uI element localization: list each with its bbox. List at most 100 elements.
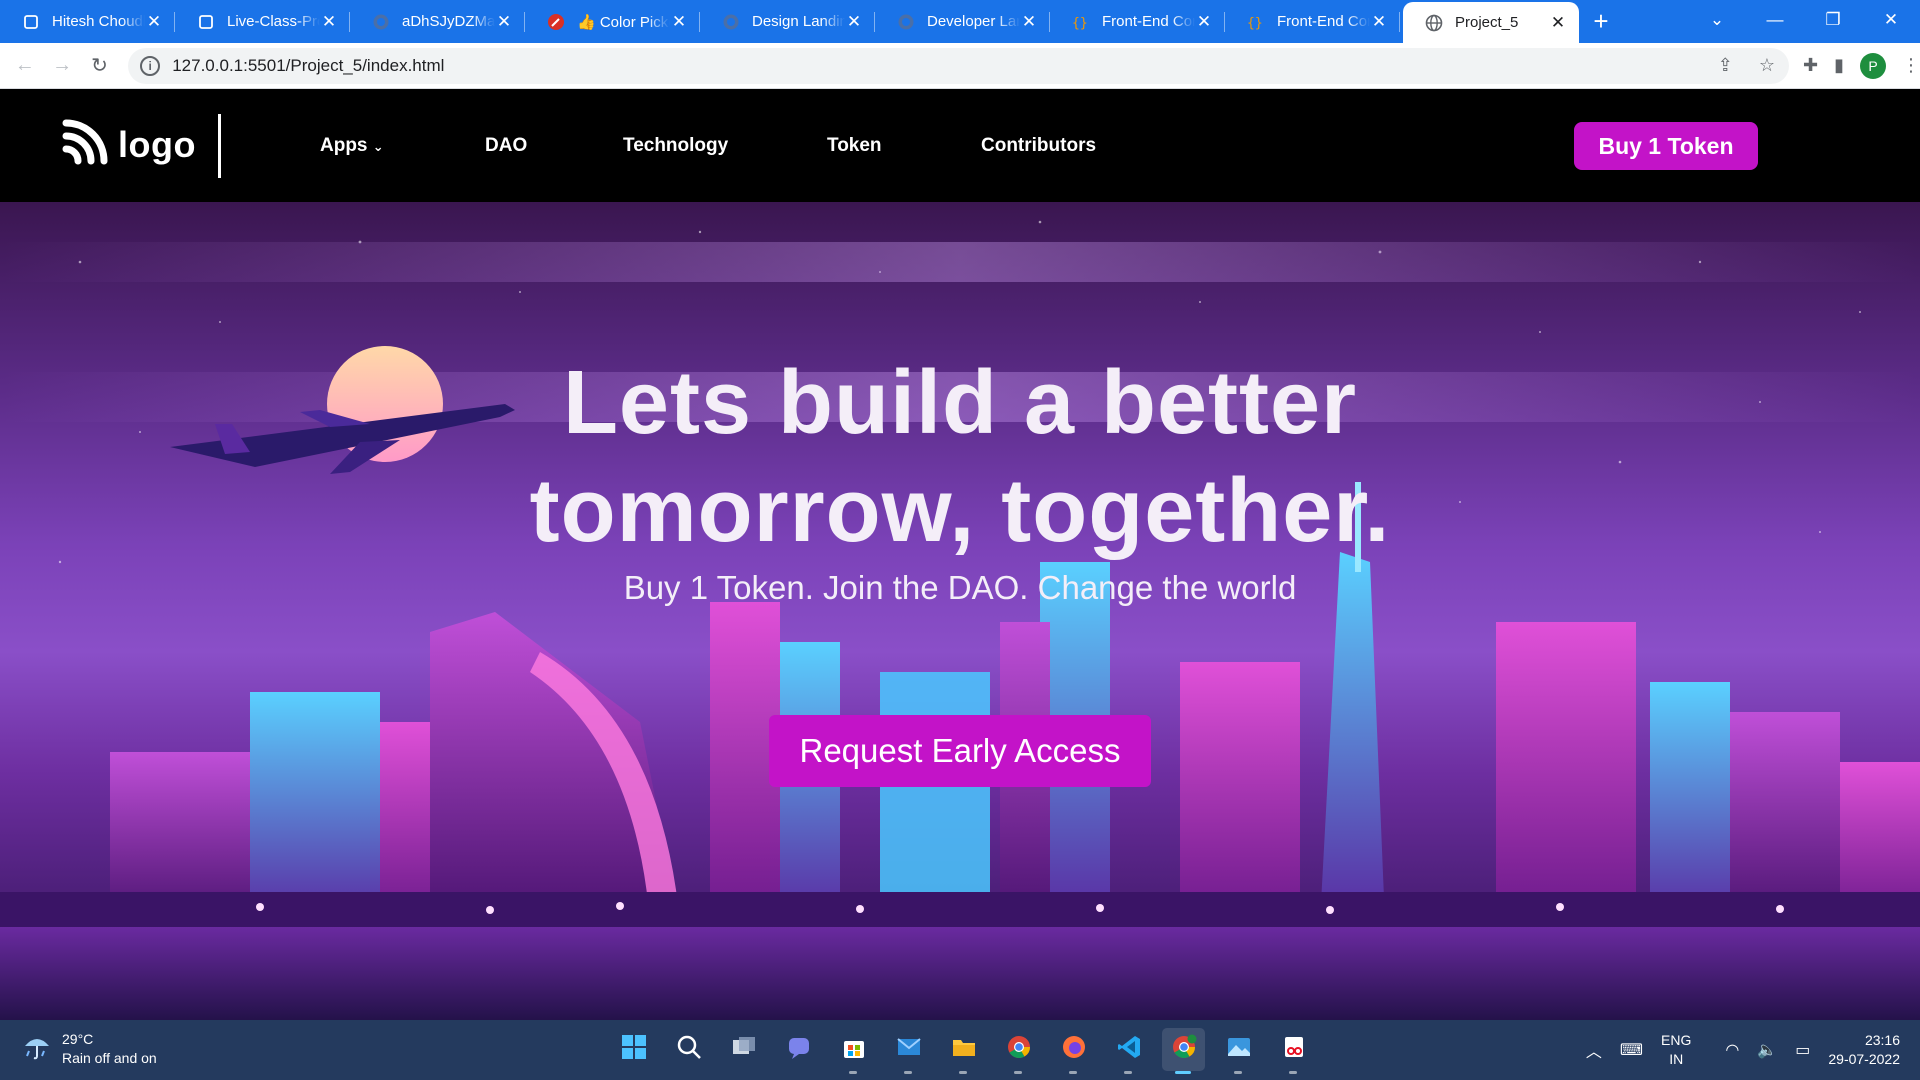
- windows-start-icon: [621, 1034, 647, 1065]
- svg-text:{}: {}: [1072, 16, 1088, 31]
- new-tab-button[interactable]: +: [1579, 0, 1623, 43]
- running-indicator: [1175, 1071, 1191, 1074]
- battery-icon[interactable]: ▭: [1795, 1040, 1810, 1060]
- site-logo[interactable]: logo: [62, 119, 196, 170]
- taskbar-app-chrome[interactable]: [997, 1028, 1040, 1074]
- tab-6[interactable]: {} Front-End Cor ✕: [1050, 0, 1225, 43]
- logo-wave-icon: [62, 119, 108, 170]
- taskbar-app-photos[interactable]: [1217, 1028, 1260, 1074]
- language-code: ENG: [1661, 1032, 1692, 1048]
- taskbar-app-store[interactable]: [832, 1028, 875, 1074]
- weather-desc: Rain off and on: [62, 1050, 157, 1066]
- extensions-puzzle-icon[interactable]: ✚: [1803, 55, 1818, 76]
- request-early-access-button[interactable]: Request Early Access: [769, 715, 1151, 787]
- close-tab-icon[interactable]: ✕: [1370, 12, 1388, 31]
- close-window-button[interactable]: ✕: [1862, 10, 1920, 30]
- taskbar-app-task-view[interactable]: [722, 1028, 765, 1071]
- tab-2[interactable]: aDhSJyDZMal ✕: [350, 0, 525, 43]
- store-icon: [841, 1034, 867, 1065]
- taskbar-app-chrome-profile[interactable]: [1162, 1028, 1205, 1074]
- rain-umbrella-icon: [22, 1032, 52, 1067]
- wifi-icon[interactable]: ◠: [1725, 1040, 1739, 1060]
- menu-kebab-icon[interactable]: ⋮: [1902, 55, 1920, 76]
- side-panel-icon[interactable]: ▮: [1834, 55, 1844, 76]
- logo-text: logo: [118, 123, 196, 165]
- taskbar-app-windows-start[interactable]: [612, 1028, 655, 1071]
- restore-button[interactable]: ❐: [1804, 10, 1862, 30]
- site-navbar: logo Apps ⌄ DAO Technology Token Contrib…: [0, 89, 1920, 202]
- svg-text:{}: {}: [1247, 16, 1263, 31]
- taskbar-app-mail[interactable]: [887, 1028, 930, 1074]
- weather-temp: 29°C: [62, 1031, 94, 1047]
- tab-5[interactable]: Developer Lan ✕: [875, 0, 1050, 43]
- site-info-icon[interactable]: i: [140, 55, 161, 76]
- minimize-button[interactable]: —: [1746, 10, 1804, 30]
- running-indicator: [904, 1071, 912, 1074]
- taskbar-app-search[interactable]: [667, 1028, 710, 1071]
- square-icon: [197, 13, 215, 31]
- github-icon: [372, 13, 390, 31]
- running-indicator: [1069, 1071, 1077, 1074]
- chevron-up-icon[interactable]: ︿: [1586, 1038, 1602, 1062]
- taskbar-app-file-explorer[interactable]: [942, 1028, 985, 1074]
- buy-token-button[interactable]: Buy 1 Token: [1574, 122, 1758, 170]
- address-bar[interactable]: i 127.0.0.1:5501/Project_5/index.html ⇪ …: [128, 47, 1789, 84]
- bookmark-star-icon[interactable]: ☆: [1759, 55, 1775, 76]
- back-arrow-icon[interactable]: ←: [6, 46, 43, 86]
- share-icon[interactable]: ⇪: [1718, 55, 1733, 76]
- tab-title: Front-End Cor: [1102, 13, 1195, 30]
- volume-icon[interactable]: 🔈: [1757, 1040, 1777, 1060]
- close-tab-icon[interactable]: ✕: [320, 12, 338, 31]
- running-indicator: [849, 1071, 857, 1074]
- close-tab-icon[interactable]: ✕: [845, 12, 863, 31]
- hero-heading-line-2: tomorrow, together.: [529, 461, 1391, 561]
- clock[interactable]: 23:16 29-07-2022: [1828, 1031, 1900, 1069]
- taskbar-app-firefox[interactable]: [1052, 1028, 1095, 1074]
- keyboard-icon[interactable]: ⌨: [1620, 1040, 1643, 1060]
- menu-item-apps[interactable]: Apps ⌄: [320, 135, 485, 157]
- menu-item-token[interactable]: Token: [827, 135, 981, 157]
- tab-search-icon[interactable]: ⌄: [1688, 10, 1746, 30]
- browser-toolbar: ← → ↻ i 127.0.0.1:5501/Project_5/index.h…: [0, 43, 1920, 89]
- tab-4[interactable]: Design Landin ✕: [700, 0, 875, 43]
- close-tab-icon[interactable]: ✕: [1549, 13, 1567, 32]
- windows-taskbar: 29°C Rain off and on ︿ ⌨ ENG IN ◠ 🔈 ▭ 23…: [0, 1020, 1920, 1080]
- photos-icon: [1226, 1034, 1252, 1065]
- tab-0[interactable]: Hitesh Choudl ✕: [0, 0, 175, 43]
- taskbar-app-snipping-tool[interactable]: [1272, 1028, 1315, 1074]
- tab-title: Live-Class-Pro: [227, 13, 320, 30]
- close-tab-icon[interactable]: ✕: [1195, 12, 1213, 31]
- code-icon: {}: [1247, 13, 1265, 31]
- menu-item-contributors[interactable]: Contributors: [981, 135, 1096, 157]
- logo-divider: [218, 114, 221, 178]
- chevron-down-icon: ⌄: [372, 138, 384, 154]
- github-icon: [897, 13, 915, 31]
- weather-widget[interactable]: 29°C Rain off and on: [22, 1030, 157, 1068]
- tab-active[interactable]: Project_5 ✕: [1403, 2, 1579, 43]
- taskbar-app-teams-chat[interactable]: [777, 1028, 820, 1071]
- tab-1[interactable]: Live-Class-Pro ✕: [175, 0, 350, 43]
- close-tab-icon[interactable]: ✕: [495, 12, 513, 31]
- close-tab-icon[interactable]: ✕: [145, 12, 163, 31]
- close-tab-icon[interactable]: ✕: [670, 12, 688, 31]
- menu-item-label: Apps: [320, 134, 368, 156]
- forward-arrow-icon[interactable]: →: [43, 46, 80, 86]
- close-tab-icon[interactable]: ✕: [1020, 12, 1038, 31]
- menu-item-dao[interactable]: DAO: [485, 135, 623, 157]
- running-indicator: [1289, 1071, 1297, 1074]
- hero-subtitle: Buy 1 Token. Join the DAO. Change the wo…: [623, 569, 1297, 606]
- tab-7[interactable]: {} Front-End Cor ✕: [1225, 0, 1400, 43]
- file-explorer-icon: [951, 1034, 977, 1065]
- github-icon: [722, 13, 740, 31]
- reload-icon[interactable]: ↻: [81, 46, 118, 86]
- mail-icon: [896, 1034, 922, 1065]
- water-reflection: [0, 927, 1920, 1020]
- snipping-tool-icon: [1281, 1034, 1307, 1065]
- menu-item-technology[interactable]: Technology: [623, 135, 827, 157]
- tab-3[interactable]: 👍 Color Picke ✕: [525, 0, 700, 43]
- hero-heading-line-1: Lets build a better: [562, 353, 1358, 453]
- language-indicator[interactable]: ENG IN: [1661, 1031, 1691, 1069]
- running-indicator: [1234, 1071, 1242, 1074]
- taskbar-app-vscode[interactable]: [1107, 1028, 1150, 1074]
- profile-avatar[interactable]: P: [1860, 52, 1886, 79]
